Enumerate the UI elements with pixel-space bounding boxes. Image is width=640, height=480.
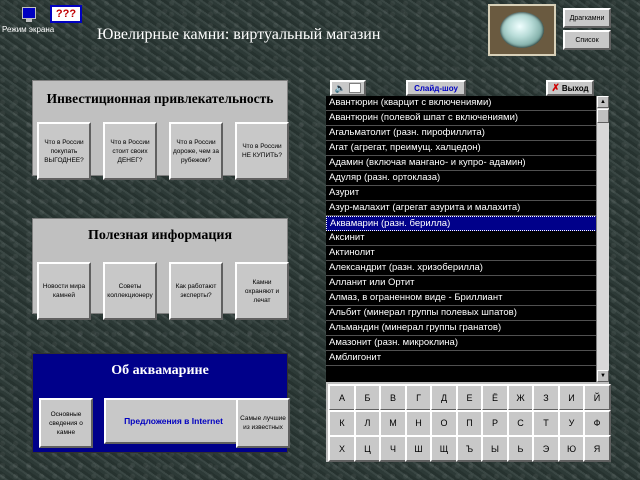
letter-key[interactable]: Г (404, 384, 433, 411)
letter-key[interactable]: Ь (506, 435, 535, 462)
worth-money-button[interactable]: Что в России стоит своих ДЕНЕГ? (103, 122, 157, 180)
list-item[interactable]: Азур-малахит (агрегат азурита и малахита… (326, 201, 609, 216)
page-title: Ювелирные камни: виртуальный магазин (97, 26, 381, 43)
list-item[interactable]: Авантюрин (кварцит с включениями) (326, 96, 609, 111)
list-item[interactable]: Альбит (минерал группы полевых шпатов) (326, 306, 609, 321)
exit-button[interactable]: ✗ Выход (546, 80, 594, 96)
list-item[interactable]: Актинолит (326, 246, 609, 261)
letter-key[interactable]: К (328, 409, 356, 437)
do-not-buy-button[interactable]: Что в России НЕ КУПИТЬ? (235, 122, 289, 180)
gems-button[interactable]: Драгкамни (563, 8, 611, 28)
list-item[interactable]: Авантюрин (полевой шпат с включениями) (326, 111, 609, 126)
letter-key[interactable]: А (328, 384, 356, 411)
letter-key[interactable]: Ф (583, 409, 611, 437)
more-expensive-button[interactable]: Что в России дороже, чем за рубежом? (169, 122, 223, 180)
help-button[interactable]: ??? (50, 5, 82, 23)
list-item[interactable]: Агат (агрегат, преимущ. халцедон) (326, 141, 609, 156)
letter-key[interactable]: Х (328, 435, 356, 462)
scroll-up-icon[interactable]: ▲ (597, 96, 609, 108)
letter-key[interactable]: Ц (353, 435, 382, 462)
list-scrollbar[interactable]: ▲ ▼ (596, 96, 609, 382)
stone-list[interactable]: Авантюрин (кварцит с включениями) Авантюр… (326, 96, 609, 382)
letter-key[interactable]: Щ (430, 435, 458, 462)
letter-key[interactable]: Т (532, 409, 560, 437)
screen-mode-label: Режим экрана (2, 25, 55, 34)
letter-key[interactable]: Ч (379, 435, 407, 462)
best-known-button[interactable]: Самые лучшие из известных (236, 398, 290, 448)
experts-button[interactable]: Как работают эксперты? (169, 262, 223, 320)
investment-panel: Инвестиционная привлекательность Что в Р… (32, 80, 289, 180)
letter-key[interactable]: Л (353, 409, 382, 437)
letter-key[interactable]: О (430, 409, 458, 437)
sound-toggle[interactable] (349, 83, 362, 93)
letter-key[interactable]: Ж (506, 384, 535, 411)
letter-key[interactable]: Я (583, 435, 611, 462)
letter-key[interactable]: Ё (481, 384, 509, 411)
list-item[interactable]: Аквамарин (разн. берилла) (326, 216, 609, 231)
list-item[interactable]: Альмандин (минерал группы гранатов) (326, 321, 609, 336)
list-item[interactable]: Амазонит (разн. микроклина) (326, 336, 609, 351)
letter-key[interactable]: Ю (557, 435, 586, 462)
investment-panel-title: Инвестиционная привлекательность (46, 91, 274, 106)
basic-info-button[interactable]: Основные сведения о камне (39, 398, 93, 448)
list-item[interactable]: Адамин (включая мангано- и купро- адамин… (326, 156, 609, 171)
list-item[interactable]: Алмаз, в ограненном виде - Бриллиант (326, 291, 609, 306)
about-panel-title: Об аквамарине (111, 363, 209, 378)
letter-key[interactable]: Д (430, 384, 458, 411)
letter-key[interactable]: М (379, 409, 407, 437)
slideshow-button[interactable]: Слайд-шоу (406, 80, 466, 96)
cheaper-button[interactable]: Что в России покупать ВЫГОДНЕЕ? (37, 122, 91, 180)
list-item[interactable]: Алланит или Ортит (326, 276, 609, 291)
about-panel: Об аквамарине Основные сведения о камне … (32, 353, 290, 453)
screen-mode-icon[interactable] (22, 7, 36, 22)
letter-key[interactable]: Ы (481, 435, 509, 462)
list-item[interactable]: Аксинит (326, 231, 609, 246)
letter-key[interactable]: В (379, 384, 407, 411)
scroll-down-icon[interactable]: ▼ (597, 370, 609, 382)
letter-key[interactable]: И (557, 384, 586, 411)
stone-list-rows: Авантюрин (кварцит с включениями) Авантюр… (326, 96, 609, 366)
speaker-icon: 🔈 (334, 82, 347, 93)
exit-label: Выход (561, 83, 589, 93)
letter-key[interactable]: Ш (404, 435, 433, 462)
letter-key[interactable]: П (455, 409, 484, 437)
internet-offers-button[interactable]: Предложения в Internet (104, 398, 243, 444)
letter-key[interactable]: Р (481, 409, 509, 437)
collector-tips-button[interactable]: Советы коллекционеру (103, 262, 157, 320)
letter-key[interactable]: Ъ (455, 435, 484, 462)
aquamarine-stone-image (500, 12, 544, 48)
list-item[interactable]: Александрит (разн. хризоберилла) (326, 261, 609, 276)
list-button[interactable]: Список (563, 30, 611, 50)
letter-key[interactable]: У (557, 409, 586, 437)
sound-button[interactable]: 🔈 (330, 80, 366, 96)
letter-key[interactable]: Н (404, 409, 433, 437)
news-button[interactable]: Новости мира камней (37, 262, 91, 320)
alphabet-keyboard: АБВГДЕЁЖЗИЙ КЛМНОПРСТУФ ХЦЧШЩЪЫЬЭЮЯ (326, 382, 611, 462)
list-item[interactable]: Адуляр (разн. ортоклаза) (326, 171, 609, 186)
letter-key[interactable]: Й (583, 384, 611, 411)
list-item[interactable]: Азурит (326, 186, 609, 201)
letter-key[interactable]: З (532, 384, 560, 411)
letter-key[interactable]: Е (455, 384, 484, 411)
scroll-thumb[interactable] (597, 109, 609, 123)
list-item[interactable]: Агальматолит (разн. пирофиллита) (326, 126, 609, 141)
list-item[interactable]: Амблигонит (326, 351, 609, 366)
letter-key[interactable]: Б (353, 384, 382, 411)
info-panel: Полезная информация Новости мира камней … (32, 218, 289, 320)
letter-key[interactable]: Э (532, 435, 560, 462)
letter-key[interactable]: С (506, 409, 535, 437)
gem-photo (488, 4, 556, 56)
stones-heal-button[interactable]: Камни охраняют и лечат (235, 262, 289, 320)
info-panel-title: Полезная информация (87, 228, 233, 243)
close-icon: ✗ (551, 82, 560, 94)
